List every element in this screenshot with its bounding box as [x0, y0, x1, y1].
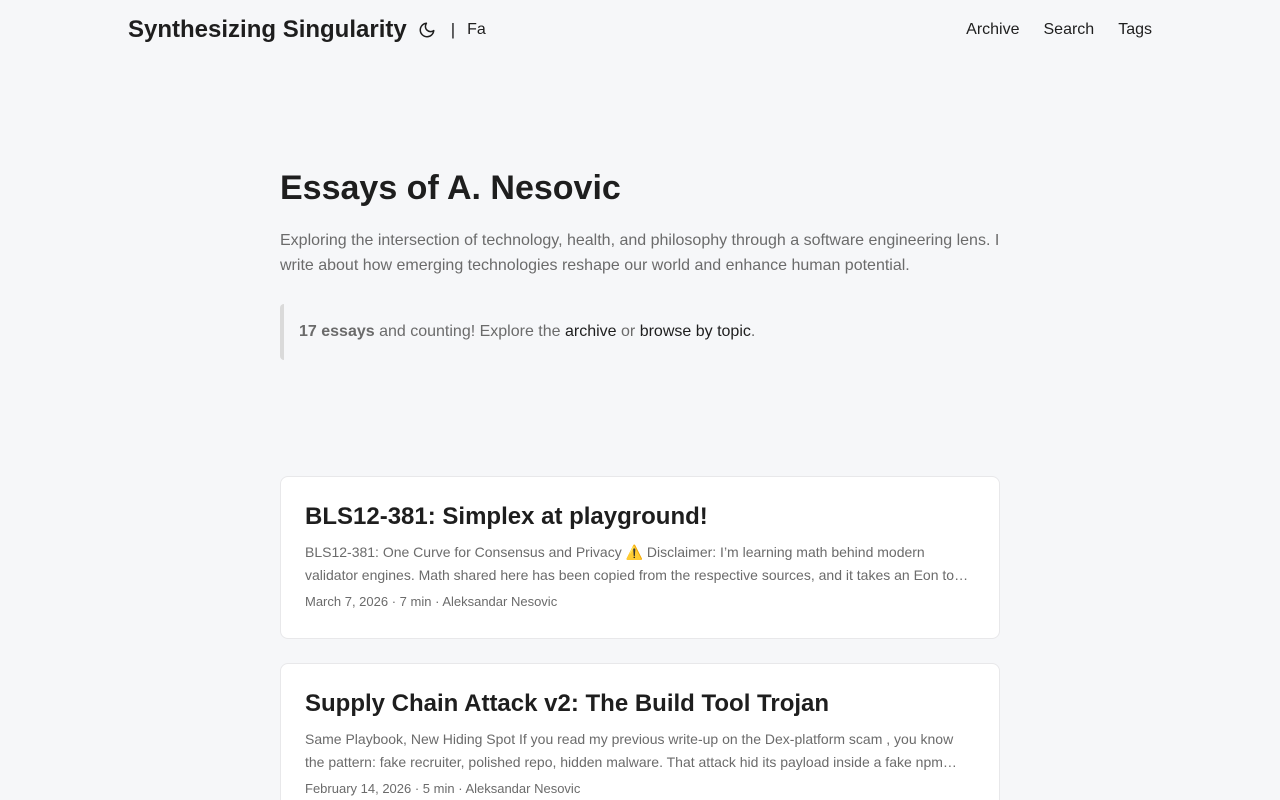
- essay-count-callout: 17 essays and counting! Explore the arch…: [280, 304, 1000, 360]
- post-card[interactable]: BLS12-381: Simplex at playground! BLS12-…: [280, 476, 1000, 639]
- archive-link[interactable]: archive: [565, 323, 617, 340]
- site-title-link[interactable]: Synthesizing Singularity: [128, 16, 407, 44]
- intro-description: Exploring the intersection of technology…: [280, 232, 1000, 274]
- browse-by-topic-link[interactable]: browse by topic: [640, 323, 751, 340]
- post-author: Aleksandar Nesovic: [465, 781, 581, 796]
- header-separator: |: [450, 20, 456, 39]
- nav-search-link[interactable]: Search: [1044, 21, 1095, 39]
- callout-text: .: [750, 323, 756, 340]
- post-date: March 7, 2026: [305, 594, 389, 609]
- language-switch-link[interactable]: Fa: [467, 21, 486, 39]
- post-read-time: 7 min: [399, 594, 432, 609]
- post-card[interactable]: Supply Chain Attack v2: The Build Tool T…: [280, 663, 1000, 800]
- post-read-time: 5 min: [422, 781, 455, 796]
- callout-text: or: [616, 323, 640, 340]
- post-meta: February 14, 2026 · 5 min · Aleksandar N…: [305, 781, 581, 796]
- post-date: February 14, 2026: [305, 781, 412, 796]
- brand: Synthesizing Singularity | Fa: [128, 16, 486, 44]
- home-intro: Essays of A. Nesovic Exploring the inter…: [280, 168, 1000, 360]
- callout-text: and counting! Explore the: [374, 323, 565, 340]
- moon-icon[interactable]: [415, 18, 439, 42]
- nav-tags-link[interactable]: Tags: [1118, 21, 1152, 39]
- post-excerpt: Same Playbook, New Hiding Spot If you re…: [305, 731, 954, 770]
- main-nav: Archive Search Tags: [966, 21, 1152, 39]
- post-author: Aleksandar Nesovic: [442, 594, 558, 609]
- nav-archive-link[interactable]: Archive: [966, 21, 1019, 39]
- page-title: Essays of A. Nesovic: [280, 169, 621, 207]
- post-title[interactable]: Supply Chain Attack v2: The Build Tool T…: [305, 688, 975, 720]
- post-title[interactable]: BLS12-381: Simplex at playground!: [305, 501, 975, 533]
- post-meta: March 7, 2026 · 7 min · Aleksandar Nesov…: [305, 594, 558, 609]
- post-excerpt: BLS12-381: One Curve for Consensus and P…: [305, 544, 955, 583]
- site-header: Synthesizing Singularity | Fa Archive Se…: [128, 0, 1152, 60]
- essay-count: 17 essays: [299, 323, 375, 340]
